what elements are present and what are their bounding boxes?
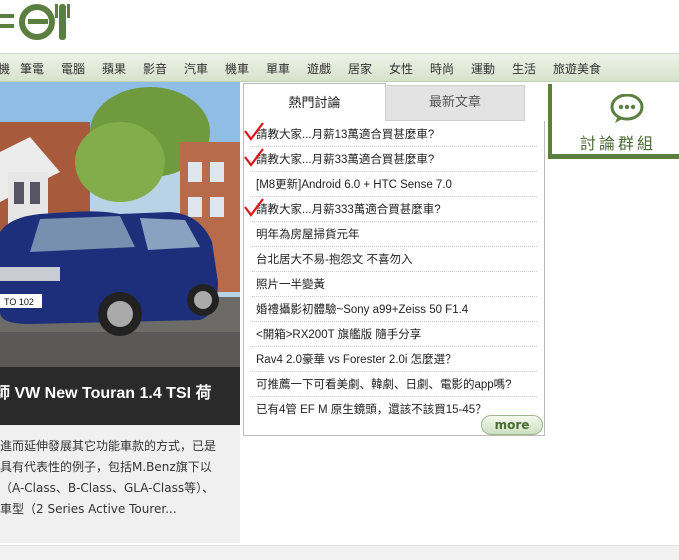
nav-item[interactable]: 生活 (512, 60, 536, 77)
nav-item[interactable]: 單車 (266, 60, 290, 77)
thread-title[interactable]: 請教大家...月薪333萬適合買甚麼車? (256, 201, 441, 217)
excerpt-line: 進而延伸發展其它功能車款的方式，已是 (0, 439, 217, 453)
nav-item[interactable]: 運動 (471, 60, 495, 77)
nav-item[interactable]: 居家 (348, 60, 372, 77)
more-button[interactable]: more (481, 415, 543, 435)
featured-title[interactable]: 師 VW New Touran 1.4 TSI 荷 (0, 379, 212, 403)
excerpt-line: （A-Class、B-Class、GLA-Class等）、 (0, 481, 215, 495)
excerpt-line: 車型（2 Series Active Tourer... (0, 502, 177, 516)
nav-item[interactable]: 遊戲 (307, 60, 331, 77)
featured-caption[interactable]: 師 VW New Touran 1.4 TSI 荷 (0, 367, 240, 425)
list-item[interactable]: 請教大家...月薪33萬適合買甚麼車? (252, 146, 537, 172)
list-item[interactable]: [M8更新]Android 6.0 + HTC Sense 7.0 (252, 171, 537, 197)
tab-hot-discussions[interactable]: 熱門討論 (243, 83, 386, 123)
nav-item[interactable]: 女性 (389, 60, 413, 77)
nav-item[interactable]: 機車 (225, 60, 249, 77)
category-nav: 機 筆電 電腦 蘋果 影音 汽車 機車 單車 遊戲 居家 女性 時尚 運動 生活… (0, 53, 679, 82)
nav-item[interactable]: 影音 (143, 60, 167, 77)
thread-title[interactable]: <開箱>RX200T 旗艦版 隨手分享 (256, 326, 421, 342)
list-item[interactable]: 台北居大不易-抱怨文 不喜勿入 (252, 246, 537, 272)
thread-title[interactable]: 已有4管 EF M 原生鏡頭，還該不該買15-45？ (256, 401, 487, 417)
thread-list: 請教大家...月薪13萬適合買甚麼車? 請教大家...月薪33萬適合買甚麼車? … (243, 121, 545, 436)
featured-car-photo[interactable]: TO 102 (0, 82, 240, 367)
speech-bubble-icon (610, 94, 644, 123)
discussion-groups-label: 討論群組 (580, 134, 657, 153)
list-item[interactable]: 明年為房屋掃貨元年 (252, 221, 537, 247)
list-item[interactable]: Rav4 2.0豪華 vs Forester 2.0i 怎麼選？ (252, 346, 537, 372)
nav-item[interactable]: 汽車 (184, 60, 208, 77)
list-item[interactable]: 照片一半變黃 (252, 271, 537, 297)
nav-item[interactable]: 機 (0, 60, 10, 77)
list-item[interactable]: 請教大家...月薪333萬適合買甚麼車? (252, 196, 537, 222)
nav-item[interactable]: 筆電 (20, 60, 44, 77)
list-item[interactable]: 可推薦一下可看美劇、韓劇、日劇、電影的app嗎? (252, 371, 537, 397)
discussion-panel: 熱門討論 最新文章 請教大家...月薪13萬適合買甚麼車? 請教大家...月薪3… (243, 83, 545, 436)
license-plate: TO 102 (4, 297, 34, 307)
featured-article[interactable]: TO 102 師 VW New Touran 1.4 TSI 荷 (0, 82, 240, 425)
thread-title[interactable]: 可推薦一下可看美劇、韓劇、日劇、電影的app嗎? (256, 376, 512, 392)
horizontal-scrollbar[interactable] (0, 545, 679, 560)
list-item[interactable]: 請教大家...月薪13萬適合買甚麼車? (252, 121, 537, 147)
site-logo[interactable] (0, 0, 80, 48)
thread-title[interactable]: Rav4 2.0豪華 vs Forester 2.0i 怎麼選？ (256, 351, 457, 367)
thread-title[interactable]: 照片一半變黃 (256, 276, 325, 292)
nav-item[interactable]: 時尚 (430, 60, 454, 77)
thread-title[interactable]: [M8更新]Android 6.0 + HTC Sense 7.0 (256, 176, 452, 192)
excerpt-line: 具有代表性的例子，包括M.Benz旗下以 (0, 460, 212, 474)
divider (552, 154, 679, 159)
thread-title[interactable]: 台北居大不易-抱怨文 不喜勿入 (256, 251, 413, 267)
tab-latest-articles[interactable]: 最新文章 (385, 85, 525, 121)
list-item[interactable]: 婚禮攝影初體驗~Sony a99+Zeiss 50 F1.4 (252, 296, 537, 322)
nav-item[interactable]: 旅遊美食 (553, 60, 601, 77)
thread-title[interactable]: 婚禮攝影初體驗~Sony a99+Zeiss 50 F1.4 (256, 301, 468, 317)
list-item[interactable]: <開箱>RX200T 旗艦版 隨手分享 (252, 321, 537, 347)
nav-item[interactable]: 蘋果 (102, 60, 126, 77)
nav-item[interactable]: 電腦 (61, 60, 85, 77)
discussion-groups-button[interactable]: 討論群組 (548, 84, 679, 159)
checkmark-annotation-icon (244, 122, 264, 217)
featured-excerpt: 進而延伸發展其它功能車款的方式，已是 具有代表性的例子，包括M.Benz旗下以 … (0, 425, 240, 543)
